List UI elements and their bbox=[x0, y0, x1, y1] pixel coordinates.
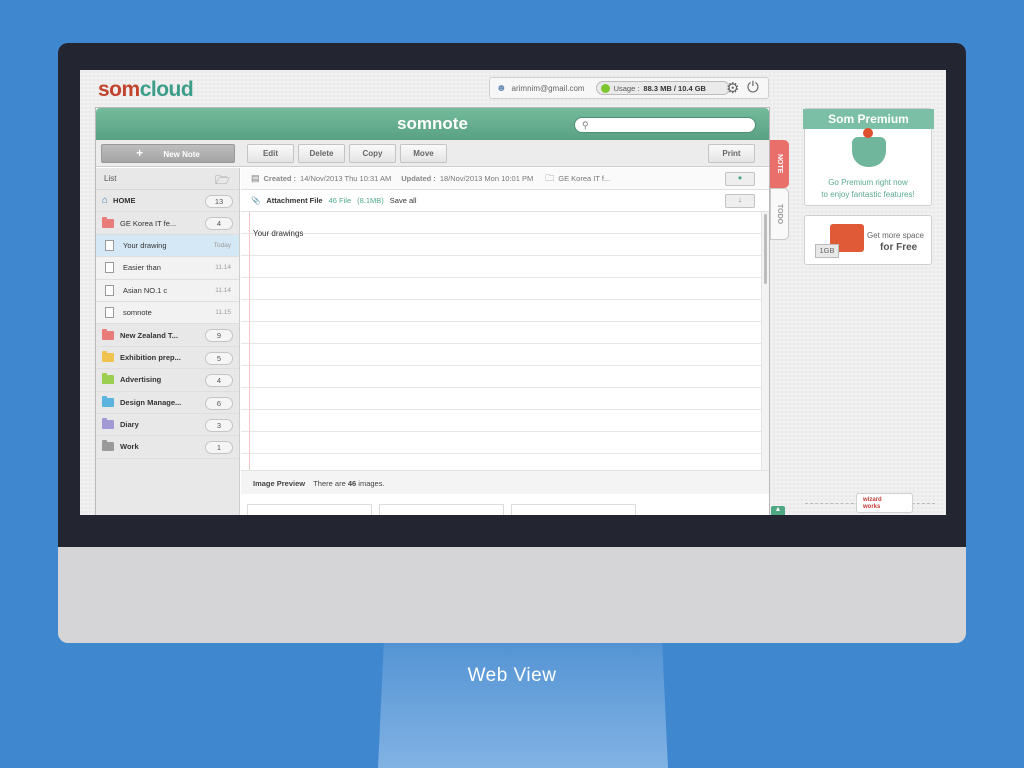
note-scrollbar[interactable] bbox=[761, 212, 769, 470]
folder-icon bbox=[102, 216, 114, 228]
copy-button[interactable]: Copy bbox=[349, 144, 396, 163]
share-button[interactable]: ● bbox=[725, 171, 755, 186]
power-icon[interactable]: ⏻ bbox=[747, 79, 759, 96]
somnote-app: somnote ⚲ + New Note Edit Delete Copy Mo… bbox=[95, 107, 770, 515]
list-title: List bbox=[104, 174, 117, 183]
download-button[interactable]: ↓ bbox=[725, 193, 755, 208]
image-thumbnail[interactable] bbox=[379, 504, 504, 515]
plus-icon: + bbox=[136, 146, 144, 160]
monitor-chin bbox=[58, 547, 966, 643]
storage-badge: 1GB bbox=[815, 244, 839, 258]
folder-count: 1 bbox=[205, 441, 233, 455]
image-thumbnail[interactable] bbox=[511, 504, 636, 515]
sidebar-folder-home[interactable]: ⌂ HOME 13 bbox=[96, 190, 239, 213]
scroll-up-button[interactable]: ▲ bbox=[771, 506, 785, 515]
note-list-item[interactable]: Asian NO.1 c 11.14 bbox=[96, 279, 239, 302]
user-email[interactable]: arimnim@gmail.com bbox=[512, 84, 585, 93]
folder-count: 3 bbox=[205, 418, 233, 432]
tab-note[interactable]: NOTE bbox=[770, 140, 789, 188]
attachment-label: Attachment File bbox=[266, 196, 323, 205]
wizardworks-logo[interactable]: wizard works bbox=[856, 493, 913, 513]
folder-count: 13 bbox=[205, 195, 233, 208]
premium-promo[interactable]: Som Premium Go Premium right now to enjo… bbox=[803, 108, 934, 206]
search-icon: ⚲ bbox=[582, 120, 589, 130]
sidebar-folder[interactable]: Design Manage... 6 bbox=[96, 392, 239, 414]
paperclip-icon: 📎 bbox=[251, 196, 261, 205]
folder-outline-icon: 🗀 bbox=[545, 172, 555, 183]
note-list-item[interactable]: Easier than 11.14 bbox=[96, 257, 239, 280]
note-date: Today bbox=[213, 241, 231, 249]
move-button[interactable]: Move bbox=[400, 144, 447, 163]
add-folder-icon[interactable]: 🗁 bbox=[215, 171, 230, 192]
attachment-bar: 📎 Attachment File 46 File (8.1MB) Save a… bbox=[241, 190, 769, 212]
note-icon bbox=[105, 262, 114, 274]
new-note-button[interactable]: + New Note bbox=[101, 144, 235, 163]
note-meta: ▤ Created : 14/Nov/2013 Thu 10:31 AM Upd… bbox=[241, 168, 769, 190]
note-list-item[interactable]: Your drawing Today bbox=[96, 234, 239, 258]
premium-title: Som Premium bbox=[803, 109, 934, 129]
save-all-link[interactable]: Save all bbox=[390, 196, 417, 205]
user-icon: ☻ bbox=[496, 82, 507, 94]
calendar-icon: ▤ bbox=[251, 173, 260, 183]
note-icon bbox=[105, 307, 114, 319]
folder-count: 5 bbox=[205, 351, 233, 365]
crown-icon bbox=[852, 128, 886, 167]
toolbar: + New Note Edit Delete Copy Move Print bbox=[96, 140, 769, 167]
sidebar-folder[interactable]: Exhibition prep... 5 bbox=[96, 347, 239, 370]
search-input[interactable]: ⚲ bbox=[574, 117, 756, 133]
folder-icon bbox=[102, 395, 114, 407]
attachment-count: 46 File bbox=[328, 196, 352, 205]
note-icon bbox=[105, 239, 114, 251]
note-folder[interactable]: GE Korea IT f... bbox=[558, 174, 610, 183]
caption: Web View bbox=[467, 665, 557, 686]
usage-status-icon bbox=[600, 83, 610, 93]
usage-value: 88.3 MB / 10.4 GB bbox=[643, 83, 706, 93]
delete-button[interactable]: Delete bbox=[298, 144, 345, 163]
image-thumbnail[interactable] bbox=[247, 504, 372, 515]
app-header: somnote ⚲ bbox=[96, 108, 769, 140]
note-editor[interactable]: Your drawings bbox=[241, 212, 761, 470]
sidebar-folder[interactable]: GE Korea IT fe... 4 bbox=[96, 212, 239, 235]
usage-meter: Usage : 88.3 MB / 10.4 GB bbox=[595, 81, 730, 95]
note-date: 11.15 bbox=[215, 308, 231, 316]
note-date: 11.14 bbox=[215, 286, 231, 294]
folder-count: 6 bbox=[205, 396, 233, 410]
note-body-text: Your drawings bbox=[253, 229, 304, 238]
sidebar-folder[interactable]: Diary 3 bbox=[96, 414, 239, 437]
image-preview-label: Image Preview bbox=[253, 479, 306, 488]
folder-count: 4 bbox=[205, 217, 233, 231]
usage-label: Usage : bbox=[613, 83, 640, 93]
sidebar: List 🗁 ⌂ HOME 13 GE Korea IT fe... 4 You… bbox=[96, 168, 240, 515]
folder-icon bbox=[102, 418, 114, 430]
sidebar-folder[interactable]: New Zealand T... 9 bbox=[96, 324, 239, 347]
updated-date: 18/Nov/2013 Mon 10:01 PM bbox=[439, 174, 534, 183]
edit-button[interactable]: Edit bbox=[247, 144, 294, 163]
created-date: 14/Nov/2013 Thu 10:31 AM bbox=[300, 174, 392, 183]
folder-count: 4 bbox=[205, 374, 233, 388]
image-count: 46 bbox=[347, 479, 357, 488]
folder-icon bbox=[102, 440, 114, 452]
note-date: 11.14 bbox=[215, 264, 231, 272]
home-icon: ⌂ bbox=[102, 195, 109, 207]
premium-text: Go Premium right now to enjoy fantastic … bbox=[821, 178, 915, 199]
print-button[interactable]: Print bbox=[708, 144, 755, 163]
attachment-size: (8.1MB) bbox=[357, 196, 384, 205]
folder-count: 9 bbox=[205, 329, 233, 343]
note-icon bbox=[105, 284, 114, 296]
somcloud-logo[interactable]: somcloud bbox=[98, 78, 194, 102]
sidebar-header: List 🗁 bbox=[96, 168, 239, 190]
folder-icon bbox=[102, 373, 114, 385]
folder-icon bbox=[102, 328, 114, 340]
sidebar-folder[interactable]: Advertising 4 bbox=[96, 369, 239, 392]
sidebar-folder[interactable]: Work 1 bbox=[96, 436, 239, 459]
note-content: ▤ Created : 14/Nov/2013 Thu 10:31 AM Upd… bbox=[241, 168, 769, 515]
image-preview-bar: Image Preview There are 46 images. bbox=[241, 470, 769, 494]
folder-icon bbox=[102, 350, 114, 362]
screen: somcloud ☻ arimnim@gmail.com Usage : 88.… bbox=[80, 70, 946, 515]
note-list-item[interactable]: somnote 11.15 bbox=[96, 301, 239, 325]
monitor-stand bbox=[378, 643, 668, 768]
free-space-promo[interactable]: 1GB Get more space for Free bbox=[804, 215, 932, 265]
gear-icon[interactable]: ⚙ bbox=[726, 79, 739, 97]
tab-todo[interactable]: TODO bbox=[770, 188, 789, 240]
